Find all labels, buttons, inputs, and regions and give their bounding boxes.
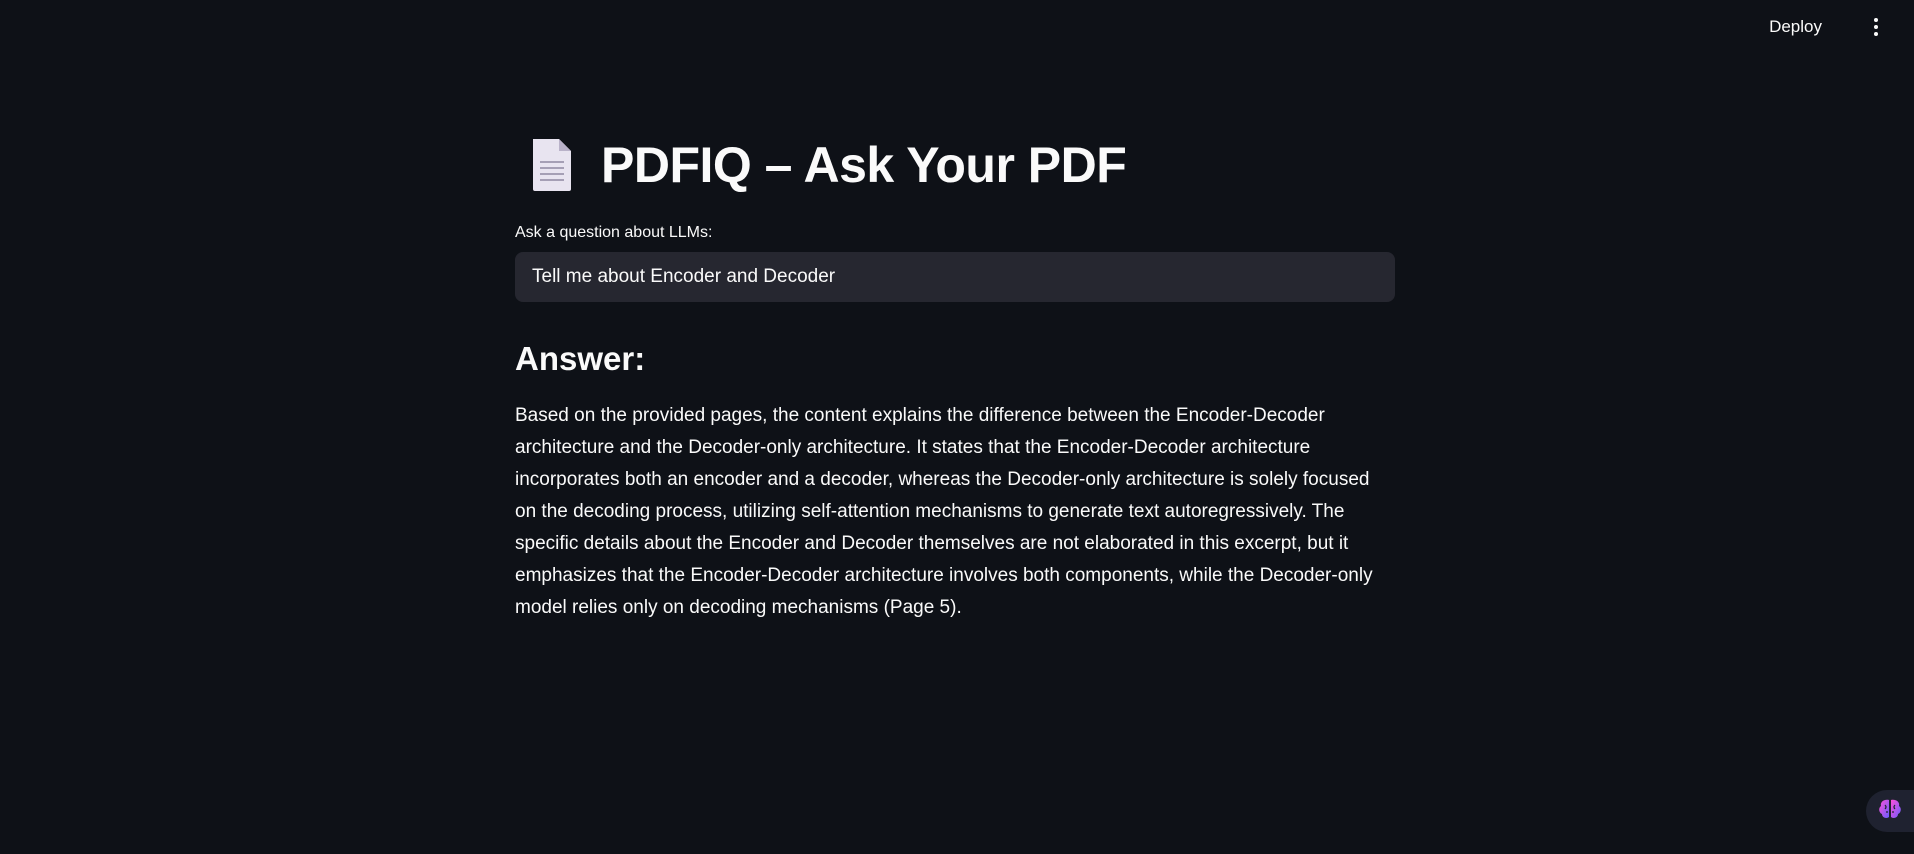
page-title: PDFIQ – Ask Your PDF — [601, 137, 1127, 193]
page-document-icon — [529, 137, 575, 193]
assistant-button[interactable] — [1866, 790, 1914, 832]
answer-heading: Answer: — [515, 340, 646, 377]
brain-icon — [1877, 797, 1903, 826]
title-row: PDFIQ – Ask Your PDF — [515, 128, 1395, 202]
answer-text: Based on the provided pages, the content… — [515, 405, 1373, 618]
more-vertical-icon[interactable] — [1864, 12, 1888, 42]
main-content: PDFIQ – Ask Your PDF Ask a question abou… — [515, 128, 1395, 624]
top-toolbar: Deploy — [0, 0, 1914, 54]
deploy-button[interactable]: Deploy — [1761, 12, 1830, 42]
question-label: Ask a question about LLMs: — [515, 224, 713, 241]
question-input[interactable] — [515, 252, 1395, 302]
